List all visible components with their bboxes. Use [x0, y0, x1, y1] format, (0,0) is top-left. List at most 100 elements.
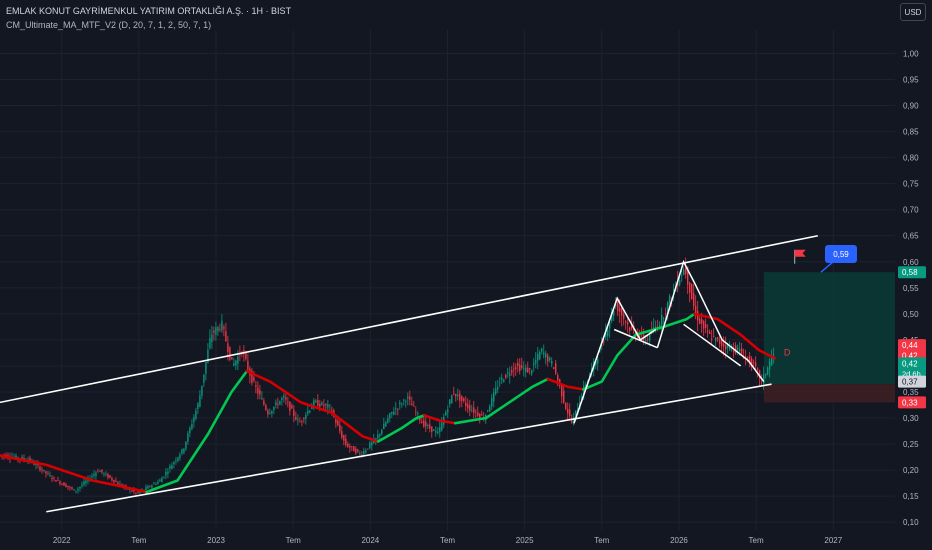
candle-body [728, 346, 731, 351]
candle-body [195, 410, 197, 419]
candle-body [714, 337, 717, 342]
candle-body [397, 408, 399, 410]
candle-body [722, 343, 725, 347]
candle-body [295, 416, 297, 420]
candle-body [698, 318, 701, 324]
candle-body [523, 367, 525, 369]
candle-body [315, 400, 317, 403]
candle-body [369, 443, 371, 449]
candle-body [433, 429, 435, 431]
candle-body [497, 387, 499, 390]
candle-body [269, 413, 271, 414]
candle-body [435, 430, 437, 433]
position-zones [763, 272, 895, 403]
candle-body [535, 360, 537, 364]
price-tick-label: 1,00 [903, 49, 919, 58]
candle-body [231, 357, 233, 360]
candle-body [205, 362, 207, 374]
candle-body [79, 486, 81, 489]
candle-body [289, 401, 291, 411]
candle-body [387, 418, 389, 423]
price-tick-label: 0,20 [903, 466, 919, 475]
candle-body [501, 377, 503, 380]
candle-body [619, 308, 621, 312]
candle-body [603, 341, 605, 343]
candle-body [407, 396, 409, 399]
candle-body [411, 403, 413, 406]
candle-body [455, 393, 457, 397]
candle-body [177, 457, 179, 462]
candle-body [377, 434, 379, 439]
candle-body [61, 483, 63, 485]
candle-body [762, 374, 765, 384]
candle-body [327, 404, 329, 408]
candle-body [85, 480, 87, 484]
candle-body [569, 409, 571, 417]
candle-body [309, 410, 311, 413]
candle-body [768, 361, 771, 370]
candle-body [379, 433, 381, 436]
candle-body [291, 405, 293, 409]
candle-body [539, 351, 541, 360]
candle-body [507, 372, 509, 374]
candle-body [279, 400, 281, 405]
candle-body [477, 412, 479, 416]
price-tick-label: 0,75 [903, 180, 919, 189]
channel-line [46, 383, 772, 513]
candle-body [199, 395, 201, 407]
candle-body [487, 410, 489, 412]
channel-line [0, 234, 819, 404]
candle-body [752, 362, 755, 363]
candle-body [357, 449, 359, 452]
candle-body [221, 320, 223, 331]
candle-body [105, 473, 107, 475]
candle-body [45, 471, 47, 474]
candle-body [756, 368, 759, 370]
candle-body [519, 364, 521, 372]
candle-body [463, 398, 465, 402]
time-tick-label: 2024 [361, 536, 379, 545]
candle-body [303, 418, 305, 420]
candle-body [265, 405, 267, 410]
candle-body [233, 363, 235, 366]
flag-icon [794, 249, 806, 257]
candle-body [571, 420, 573, 423]
candle-body [161, 478, 163, 483]
candle-body [41, 469, 43, 471]
moving-average [0, 312, 776, 494]
candle-body [147, 486, 149, 489]
candle-body [229, 346, 231, 360]
price-chart[interactable]: D 0,59 2022 Tem 2023 Tem 2024 Tem 2025 Tem 2026 Te… [0, 0, 932, 550]
candle-body [627, 322, 629, 325]
candle-body [541, 348, 543, 352]
candle-body [547, 355, 549, 362]
candle-body [409, 396, 411, 400]
time-tick-label: 2022 [53, 536, 71, 545]
time-tick-label: 2027 [824, 536, 842, 545]
candle-body [301, 420, 303, 422]
price-label: 0,37 [902, 378, 918, 387]
candle-body [325, 403, 327, 406]
pattern-line [656, 259, 765, 383]
candle-body [607, 330, 609, 337]
candle-body [43, 469, 45, 471]
candle-body [515, 367, 517, 370]
callout-label: 0,59 [833, 250, 849, 259]
candle-body [503, 379, 505, 383]
candle-body [720, 340, 723, 347]
candle-body [537, 353, 539, 361]
candle-body [702, 321, 705, 329]
time-tick-label: Tem [440, 536, 455, 545]
candle-body [273, 406, 275, 410]
candle-body [341, 431, 343, 438]
candle-body [451, 395, 453, 404]
candle-body [678, 280, 681, 285]
candle-body [175, 460, 177, 462]
candle-body [740, 348, 743, 354]
candle-body [339, 424, 341, 432]
time-tick-label: Tem [131, 536, 146, 545]
candle-body [646, 339, 649, 341]
candle-body [427, 425, 429, 426]
candle-body [283, 395, 285, 398]
candle-body [201, 385, 203, 396]
